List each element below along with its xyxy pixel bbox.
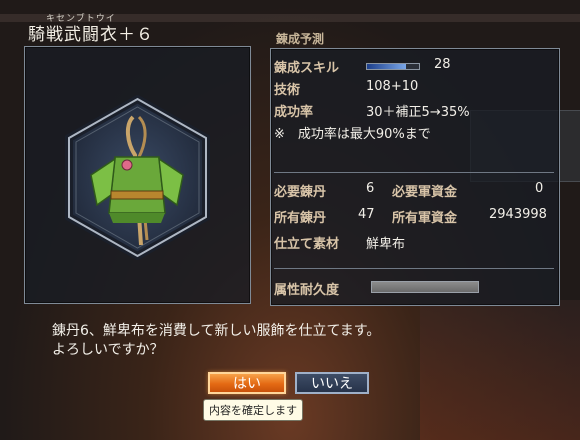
item-preview-frame: [24, 46, 251, 304]
tooltip: 内容を確定します: [203, 399, 303, 421]
owned-money-label: 所有軍資金: [392, 211, 458, 226]
success-rate-value: 30＋補正5→35%: [366, 105, 470, 120]
yes-button[interactable]: はい: [208, 372, 286, 394]
tech-label: 技術: [274, 83, 301, 98]
required-money-label: 必要軍資金: [392, 185, 458, 200]
skill-value: 28: [434, 57, 451, 72]
confirm-message-line2: よろしいですか？: [52, 342, 164, 358]
divider: [274, 172, 554, 173]
tech-value: 108+10: [366, 79, 419, 94]
item-name: 騎戦武闘衣＋６: [28, 25, 154, 45]
skill-label: 錬成スキル: [274, 61, 340, 76]
confirm-message-line1: 錬丹6、鮮卑布を消費して新しい服飾を仕立てます。: [52, 323, 381, 339]
required-money-value: 0: [535, 181, 544, 196]
success-rate-label: 成功率: [274, 105, 314, 120]
skill-bar-fill: [367, 64, 406, 69]
owned-dan-label: 所有錬丹: [274, 211, 327, 226]
required-dan-label: 必要錬丹: [274, 185, 327, 200]
required-dan-value: 6: [366, 181, 375, 196]
durability-bar-fill: [372, 282, 478, 292]
material-label: 仕立て素材: [274, 237, 340, 252]
durability-label: 属性耐久度: [274, 283, 340, 298]
owned-money-value: 2943998: [489, 207, 547, 222]
section-title: 錬成予測: [276, 32, 325, 46]
success-rate-note: ※ 成功率は最大90%まで: [274, 127, 431, 142]
material-value: 鮮卑布: [366, 237, 406, 252]
owned-dan-value: 47: [358, 207, 375, 222]
no-button[interactable]: いいえ: [295, 372, 369, 394]
background-furniture: [420, 300, 580, 440]
item-hex-slot: [55, 94, 220, 261]
durability-bar: [371, 281, 479, 293]
divider: [274, 268, 554, 269]
skill-bar: [366, 63, 420, 70]
